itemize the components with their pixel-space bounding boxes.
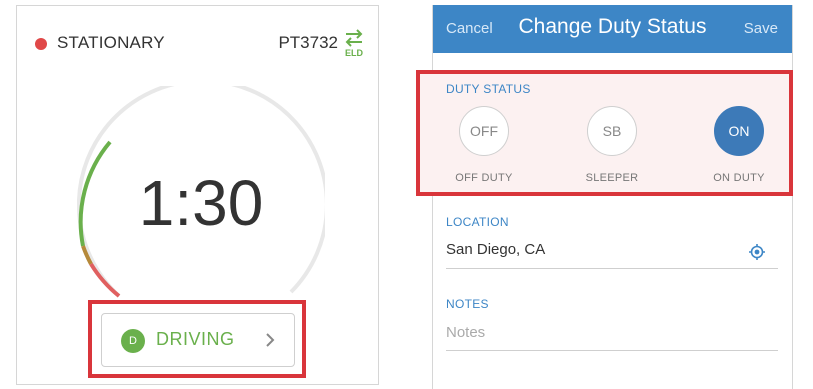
notes-label: NOTES (446, 297, 489, 311)
change-duty-status-panel: Cancel Change Duty Status Save (432, 5, 793, 389)
swap-arrows-icon (345, 29, 363, 47)
chevron-right-icon (266, 333, 275, 347)
location-underline (446, 268, 778, 269)
vehicle-unit-id: PT3732 (278, 33, 338, 52)
location-label: LOCATION (446, 215, 509, 229)
duty-option-off-duty[interactable]: OFF OFF DUTY (449, 106, 519, 184)
status-indicator-dot (35, 38, 47, 50)
page-title: Change Duty Status (518, 15, 707, 38)
eld-connection-indicator[interactable]: ELD (343, 28, 365, 60)
eld-label: ELD (345, 48, 363, 58)
duty-option-circle: OFF (459, 106, 509, 156)
vehicle-status-text: STATIONARY (57, 33, 165, 52)
location-target-icon[interactable] (749, 244, 765, 260)
remaining-drive-time: 1:30 (138, 167, 264, 239)
duty-status-label: DUTY STATUS (446, 82, 531, 96)
save-button[interactable]: Save (744, 20, 778, 37)
duty-option-label: ON DUTY (713, 172, 765, 184)
notes-underline (446, 350, 778, 351)
duty-option-on-duty[interactable]: ON ON DUTY (704, 106, 774, 184)
location-field[interactable]: San Diego, CA (446, 241, 545, 258)
driving-status-button[interactable]: D DRIVING (101, 313, 295, 367)
driving-label: DRIVING (156, 329, 235, 349)
notes-field[interactable]: Notes (446, 324, 485, 341)
driving-badge: D (121, 329, 145, 353)
duty-option-circle-selected: ON (714, 106, 764, 156)
status-header: STATIONARY PT3732 ELD (17, 6, 378, 76)
duty-option-sleeper[interactable]: SB SLEEPER (577, 106, 647, 184)
duty-option-label: SLEEPER (585, 172, 639, 184)
duty-option-label: OFF DUTY (455, 172, 513, 184)
duty-option-circle: SB (587, 106, 637, 156)
top-bar: Cancel Change Duty Status Save (433, 5, 792, 53)
drive-time-dial: 1:30 (77, 86, 325, 316)
